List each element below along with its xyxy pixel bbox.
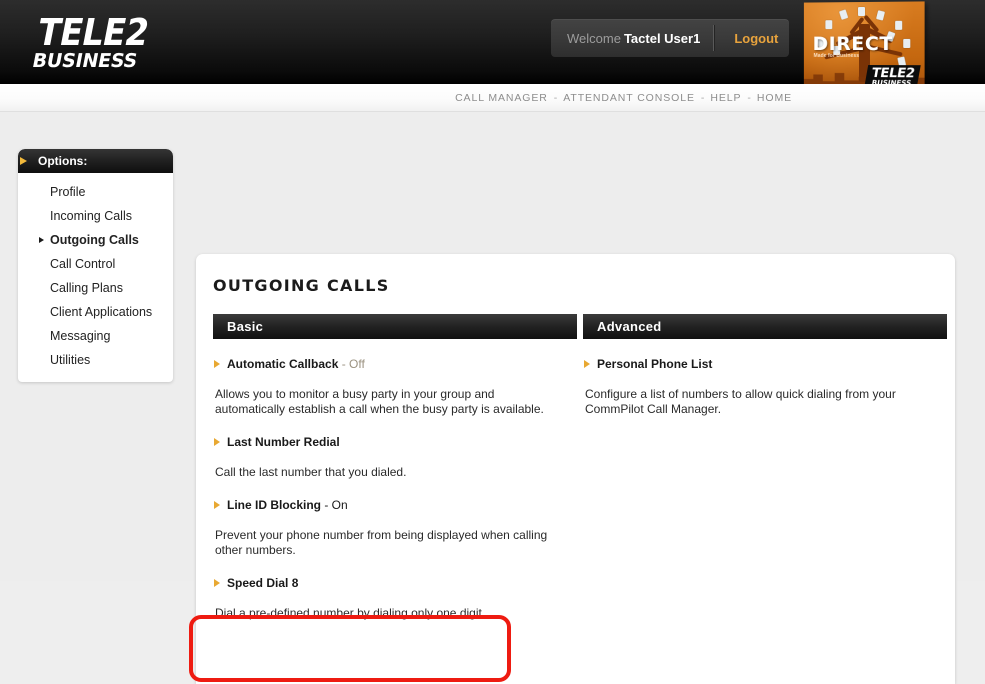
- top-navigation-bar: CALL MANAGER - ATTENDANT CONSOLE - HELP - HOME: [0, 84, 985, 112]
- feature-description-automatic-callback: Allows you to monitor a busy party in yo…: [215, 387, 544, 416]
- feature-link-label: Automatic Callback: [227, 357, 339, 371]
- nav-link-help[interactable]: HELP: [710, 92, 741, 104]
- logo-primary-text: TELE2: [33, 11, 153, 54]
- sidebar-item-label: Messaging: [50, 329, 111, 343]
- feature-title-line-id-blocking[interactable]: Line ID Blocking - On: [213, 498, 577, 512]
- direct-promo-banner[interactable]: DIRECT Made for Business TELE2 BUSINESS: [803, 1, 925, 84]
- sidebar-header: Options:: [18, 149, 173, 173]
- sidebar-item-client-applications[interactable]: Client Applications: [18, 300, 173, 324]
- sidebar-item-label: Calling Plans: [50, 281, 123, 295]
- site-header: TELE2 BUSINESS Welcome Tactel User1 Logou…: [0, 0, 985, 84]
- feature-description-speed-dial-8: Dial a pre-defined number by dialing onl…: [215, 606, 486, 620]
- nav-separator: -: [553, 92, 558, 104]
- feature-line-id-blocking: Line ID Blocking - On Prevent your phone …: [213, 498, 577, 558]
- caret-right-icon: [39, 237, 44, 243]
- nav-link-call-manager[interactable]: CALL MANAGER: [455, 92, 548, 104]
- tab-label: Basic: [227, 319, 264, 334]
- feature-column-advanced: Advanced Personal Phone List Configure a l…: [583, 314, 947, 639]
- tab-advanced[interactable]: Advanced: [583, 314, 947, 339]
- sidebar-item-label: Call Control: [50, 257, 116, 271]
- promo-leaf-icon: [825, 20, 833, 30]
- feature-column-basic: Basic Automatic Callback - Off Allows you …: [213, 314, 577, 639]
- feature-title-personal-phone-list[interactable]: Personal Phone List: [583, 357, 947, 371]
- feature-automatic-callback: Automatic Callback - Off Allows you to mo…: [213, 357, 577, 417]
- outgoing-calls-panel: OUTGOING CALLS Basic Automatic Callback -…: [196, 254, 955, 684]
- feature-link-label: Line ID Blocking: [227, 498, 322, 512]
- sidebar-item-messaging[interactable]: Messaging: [18, 324, 173, 348]
- sidebar-item-outgoing-calls[interactable]: Outgoing Calls: [18, 228, 173, 252]
- triangle-right-icon: [214, 501, 220, 509]
- sidebar-item-profile[interactable]: Profile: [18, 180, 173, 204]
- nav-separator: -: [747, 92, 751, 104]
- page-body: Options: Profile Incoming Calls Outgoing C…: [0, 112, 985, 684]
- sidebar-item-label: Incoming Calls: [50, 209, 132, 223]
- feature-speed-dial-8: Speed Dial 8 Dial a pre-defined number by…: [213, 576, 577, 621]
- welcome-divider: [713, 25, 715, 51]
- sidebar-item-label: Utilities: [50, 353, 91, 367]
- triangle-right-icon: [214, 438, 220, 446]
- triangle-right-icon: [584, 360, 590, 368]
- welcome-label: Welcome: [567, 30, 621, 46]
- tab-label: Advanced: [597, 319, 662, 334]
- feature-last-number-redial: Last Number Redial Call the last number t…: [213, 435, 577, 480]
- sidebar-item-incoming-calls[interactable]: Incoming Calls: [18, 204, 173, 228]
- feature-state-line-id-blocking: - On: [321, 498, 348, 512]
- welcome-username: Tactel User1: [623, 30, 701, 46]
- nav-separator: -: [700, 92, 705, 104]
- promo-leaf-icon: [895, 20, 903, 30]
- feature-link-label: Speed Dial 8: [227, 576, 299, 590]
- feature-title-last-number-redial[interactable]: Last Number Redial: [213, 435, 577, 449]
- triangle-right-icon: [20, 157, 27, 165]
- promo-leaf-icon: [903, 38, 911, 48]
- sidebar-item-utilities[interactable]: Utilities: [18, 348, 173, 372]
- promo-tele2-logo: TELE2 BUSINESS: [863, 65, 921, 84]
- feature-list: Automatic Callback - Off Allows you to mo…: [213, 339, 577, 621]
- feature-description-last-number-redial: Call the last number that you dialed.: [215, 465, 407, 479]
- sidebar-title: Options:: [38, 154, 88, 168]
- promo-headline: DIRECT: [812, 32, 894, 56]
- sidebar-item-label: Profile: [50, 185, 86, 199]
- page-title: OUTGOING CALLS: [213, 276, 390, 295]
- feature-description-line-id-blocking: Prevent your phone number from being dis…: [215, 528, 548, 557]
- promo-leaf-icon: [858, 6, 865, 17]
- welcome-greeting: Welcome Tactel User1: [551, 31, 700, 46]
- feature-link-label: Last Number Redial: [227, 435, 340, 449]
- triangle-right-icon: [214, 579, 220, 587]
- promo-tagline: Made for Business: [813, 52, 860, 59]
- options-sidebar: Options: Profile Incoming Calls Outgoing C…: [18, 149, 173, 382]
- nav-links-container: CALL MANAGER - ATTENDANT CONSOLE - HELP - HOME: [455, 84, 792, 112]
- sidebar-item-call-control[interactable]: Call Control: [18, 252, 173, 276]
- feature-link-label: Personal Phone List: [597, 357, 713, 371]
- sidebar-item-label: Client Applications: [50, 305, 153, 319]
- feature-state-automatic-callback: - Off: [338, 357, 365, 371]
- tab-basic[interactable]: Basic: [213, 314, 577, 339]
- nav-link-home[interactable]: HOME: [757, 92, 792, 104]
- feature-personal-phone-list: Personal Phone List Configure a list of n…: [583, 357, 947, 417]
- tele2-business-logo: TELE2 BUSINESS: [30, 11, 171, 72]
- feature-description-personal-phone-list: Configure a list of numbers to allow qui…: [585, 387, 896, 416]
- feature-columns: Basic Automatic Callback - Off Allows you …: [213, 314, 948, 639]
- welcome-user-box: Welcome Tactel User1 Logout: [551, 19, 789, 57]
- sidebar-item-calling-plans[interactable]: Calling Plans: [18, 276, 173, 300]
- triangle-right-icon: [214, 360, 220, 368]
- logout-button[interactable]: Logout: [734, 31, 778, 46]
- sidebar-items-container: Profile Incoming Calls Outgoing Calls Call …: [18, 180, 173, 372]
- feature-title-speed-dial-8[interactable]: Speed Dial 8: [213, 576, 577, 590]
- logo-secondary-text: BUSINESS: [30, 50, 140, 72]
- feature-title-automatic-callback[interactable]: Automatic Callback - Off: [213, 357, 577, 371]
- feature-list: Personal Phone List Configure a list of n…: [583, 339, 947, 417]
- sidebar-item-label: Outgoing Calls: [50, 233, 139, 247]
- nav-link-attendant-console[interactable]: ATTENDANT CONSOLE: [563, 92, 695, 104]
